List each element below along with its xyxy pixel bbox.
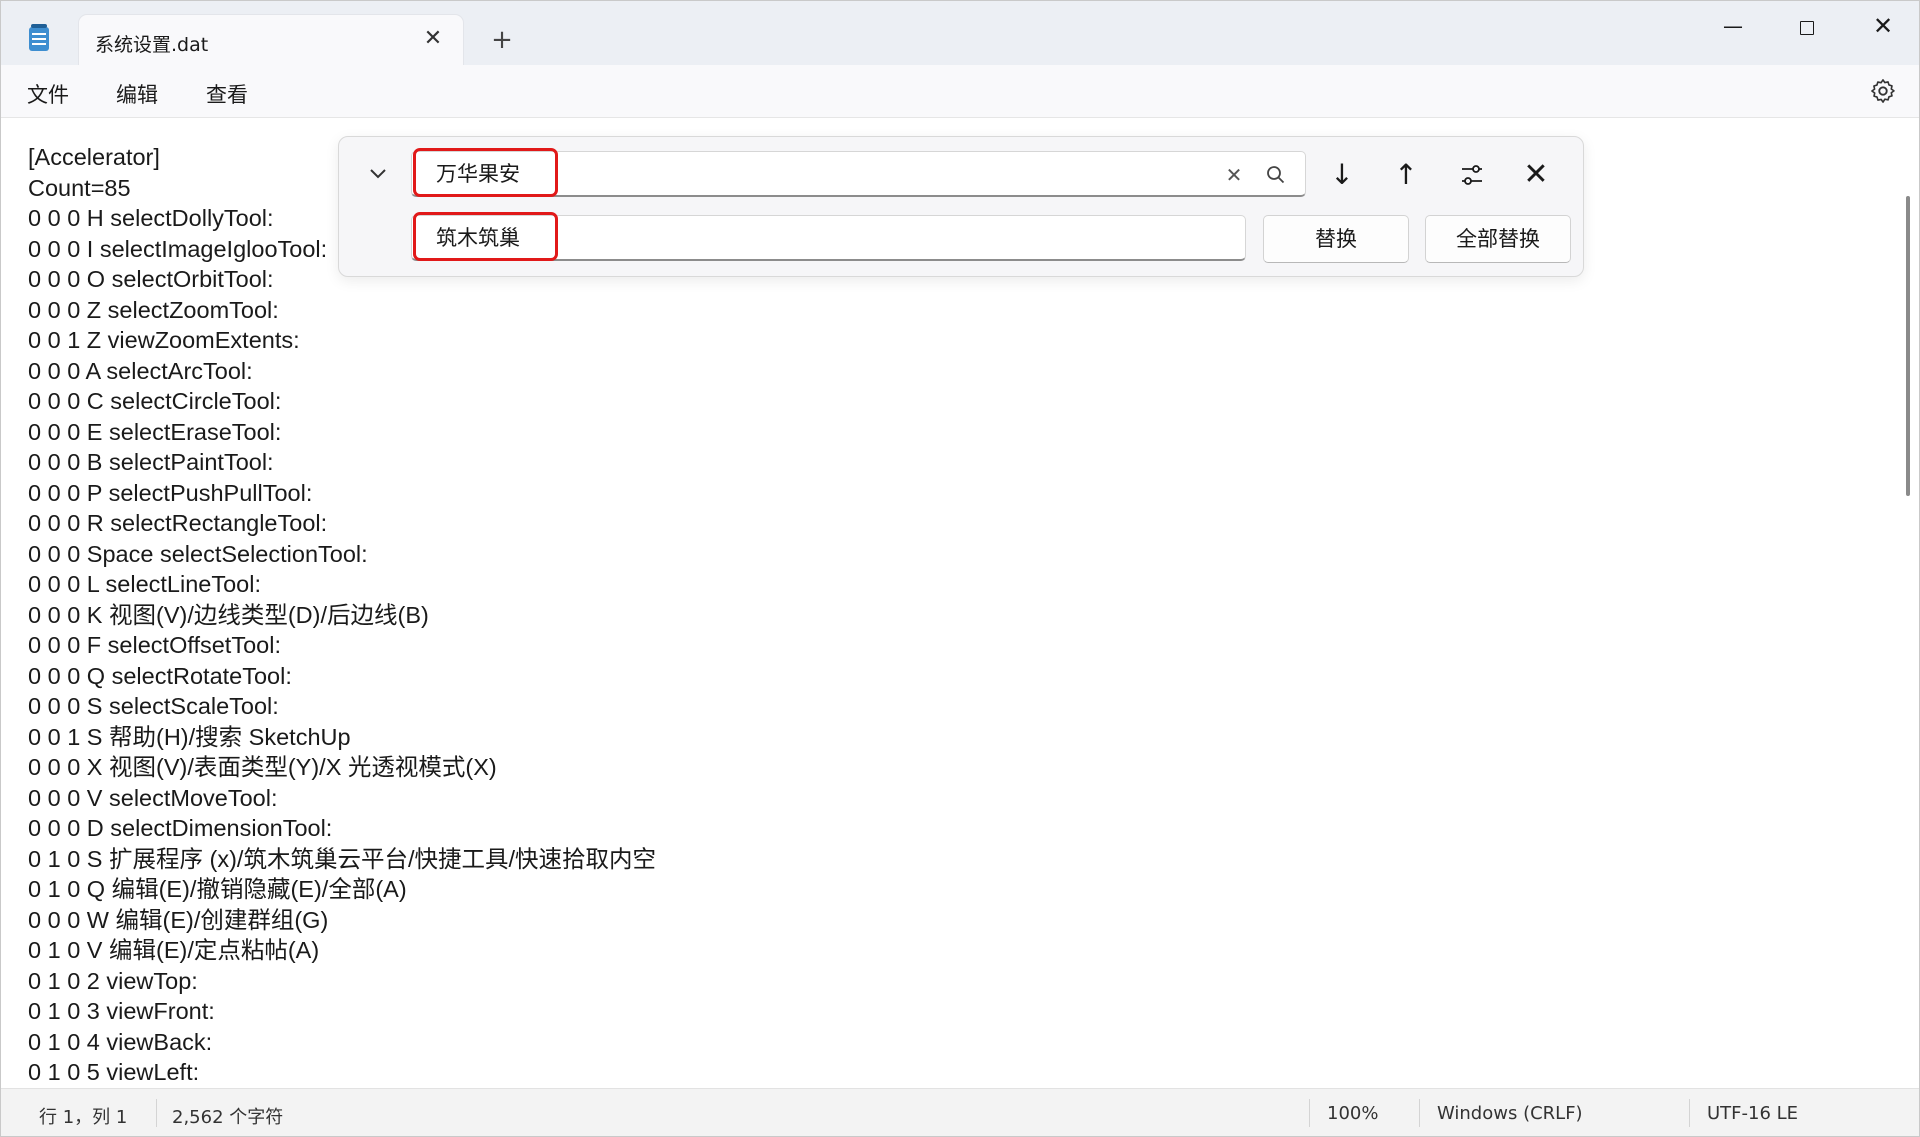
find-value-highlight	[413, 148, 558, 197]
divider	[1419, 1099, 1420, 1127]
editor-line: 0 0 0 B selectPaintTool:	[28, 449, 274, 475]
search-icon[interactable]	[1262, 161, 1290, 189]
editor-line: 0 0 0 C selectCircleTool:	[28, 388, 282, 414]
close-find-panel-icon[interactable]: ✕	[1516, 155, 1556, 195]
zoom-level[interactable]: 100%	[1327, 1103, 1378, 1124]
document-tab[interactable]: 系统设置.dat ✕	[79, 15, 463, 65]
editor-line: 0 1 0 V 编辑(E)/定点粘帖(A)	[28, 937, 320, 963]
editor-line: 0 0 0 K 视图(V)/边线类型(D)/后边线(B)	[28, 601, 429, 628]
editor-line: 0 0 0 A selectArcTool:	[28, 357, 253, 384]
editor-line: 0 1 0 3 viewFront:	[28, 998, 215, 1024]
maximize-button[interactable]	[1777, 9, 1837, 43]
replace-button[interactable]: 替换	[1263, 215, 1409, 263]
editor-lines: [Accelerator] Count=85 0 0 0 H selectDolly…	[28, 142, 656, 1088]
close-window-button[interactable]: ✕	[1853, 9, 1913, 43]
chevron-down-icon[interactable]	[363, 159, 393, 189]
editor-line: 0 0 0 F selectOffsetTool:	[28, 632, 281, 658]
editor-line: 0 1 0 S 扩展程序 (x)/筑木筑巢云平台/快捷工具/快速拾取内空	[28, 845, 657, 872]
editor-line: 0 0 0 Q selectRotateTool:	[28, 662, 292, 689]
line-ending[interactable]: Windows (CRLF)	[1437, 1103, 1583, 1124]
editor-line: 0 0 0 W 编辑(E)/创建群组(G)	[28, 906, 329, 933]
editor-line: 0 0 0 V selectMoveTool:	[28, 784, 278, 811]
maximize-icon	[1800, 20, 1814, 35]
new-tab-button[interactable]: +	[487, 25, 517, 55]
editor-line: 0 0 0 X 视图(V)/表面类型(Y)/X 光透视模式(X)	[28, 754, 497, 780]
tab-close-icon[interactable]: ✕	[419, 25, 447, 53]
editor-line: 0 0 0 S selectScaleTool:	[28, 693, 279, 719]
editor-line: 0 0 0 D selectDimensionTool:	[28, 815, 333, 841]
editor-line: 0 0 1 Z viewZoomExtents:	[28, 327, 300, 353]
menu-bar: 文件 编辑 查看	[1, 65, 1919, 118]
menu-view[interactable]: 查看	[206, 79, 248, 109]
character-count: 2,562 个字符	[172, 1107, 284, 1128]
editor-line: 0 0 0 E selectEraseTool:	[28, 418, 282, 445]
editor-line: 0 1 0 5 viewLeft:	[28, 1059, 200, 1085]
settings-gear-icon[interactable]	[1869, 77, 1897, 105]
minimize-button[interactable]: —	[1703, 9, 1763, 43]
divider	[1689, 1099, 1690, 1127]
encoding[interactable]: UTF-16 LE	[1707, 1103, 1798, 1124]
divider	[1309, 1099, 1310, 1127]
cursor-position: 行 1，列 1	[39, 1107, 128, 1128]
vertical-scrollbar[interactable]	[1906, 196, 1910, 496]
menu-edit[interactable]: 编辑	[116, 79, 158, 109]
editor-line: 0 0 0 L selectLineTool:	[28, 571, 261, 597]
find-previous-arrow-up-icon[interactable]: ↑	[1386, 155, 1426, 195]
editor-line: 0 1 0 4 viewBack:	[28, 1028, 213, 1055]
replace-value-highlight	[413, 212, 558, 261]
search-options-sliders-icon[interactable]	[1452, 155, 1492, 195]
tab-title: 系统设置.dat	[95, 34, 209, 56]
editor-line: 0 0 1 S 帮助(H)/搜索 SketchUp	[28, 723, 351, 750]
divider	[156, 1099, 157, 1127]
editor-line: 0 0 0 P selectPushPullTool:	[28, 479, 313, 506]
editor-line: 0 0 0 R selectRectangleTool:	[28, 510, 328, 536]
title-bar: 系统设置.dat ✕ + — ✕	[1, 1, 1919, 65]
editor-line: 0 0 0 Z selectZoomTool:	[28, 296, 279, 323]
menu-file[interactable]: 文件	[27, 79, 69, 109]
status-bar: 行 1，列 1 2,562 个字符 100% Windows (CRLF) UT…	[1, 1088, 1919, 1136]
find-next-arrow-down-icon[interactable]: ↓	[1322, 155, 1362, 195]
replace-all-button[interactable]: 全部替换	[1425, 215, 1571, 263]
notepad-app-icon	[29, 24, 49, 51]
clear-icon[interactable]: ✕	[1220, 161, 1248, 189]
editor-line: 0 1 0 Q 编辑(E)/撤销隐藏(E)/全部(A)	[28, 876, 407, 902]
editor-line: 0 0 0 Space selectSelectionTool:	[28, 540, 368, 567]
editor-line: 0 1 0 2 viewTop:	[28, 967, 198, 994]
